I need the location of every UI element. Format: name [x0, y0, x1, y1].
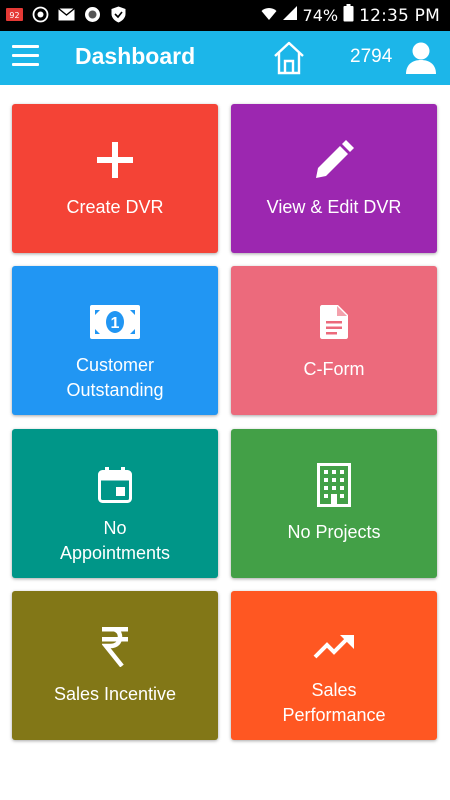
plus-icon	[12, 138, 218, 182]
app-icon	[84, 6, 101, 23]
rupee-icon	[12, 625, 218, 669]
tile-c-form[interactable]: C-Form	[231, 266, 437, 415]
tile-label: Sales Performance	[282, 680, 386, 725]
svg-text:92: 92	[9, 11, 19, 20]
profile-button[interactable]	[404, 40, 438, 76]
battery-percent: 74%	[302, 6, 339, 25]
tile-label: Customer Outstanding	[66, 355, 164, 400]
status-bar: 92 74% 12:35 PM	[0, 0, 450, 31]
calendar-icon	[12, 463, 218, 507]
tile-sales-incentive[interactable]: Sales Incentive	[12, 591, 218, 740]
signal-icon	[282, 5, 298, 26]
trending-up-icon	[231, 625, 437, 669]
clock: 12:35 PM	[359, 5, 440, 26]
menu-icon-bar	[12, 63, 39, 66]
tile-projects[interactable]: No Projects	[231, 429, 437, 578]
tile-label: Create DVR	[66, 197, 164, 217]
tile-label: Sales Incentive	[53, 684, 177, 704]
menu-icon	[12, 45, 39, 48]
tile-label: No Projects	[287, 522, 381, 542]
user-icon	[406, 42, 436, 74]
status-notifications: 92	[6, 6, 127, 23]
building-icon	[231, 463, 437, 507]
tile-customer-outstanding[interactable]: 1 Customer Outstanding	[12, 266, 218, 415]
tile-label: C-Form	[303, 359, 365, 379]
shield-icon	[110, 6, 127, 23]
sync-icon	[32, 6, 49, 23]
pencil-icon	[231, 138, 437, 182]
tile-sales-performance[interactable]: Sales Performance	[231, 591, 437, 740]
page-title: Dashboard	[75, 43, 196, 69]
tile-create-dvr[interactable]: Create DVR	[12, 104, 218, 253]
home-button[interactable]	[272, 40, 306, 76]
svg-text:1: 1	[111, 315, 120, 332]
status-system: 74% 12:35 PM	[261, 4, 440, 27]
tile-label: No Appointments	[59, 518, 171, 563]
notification-badge-icon: 92	[6, 6, 23, 23]
tile-view-edit-dvr[interactable]: View & Edit DVR	[231, 104, 437, 253]
user-count: 2794	[350, 46, 393, 67]
tile-label: View & Edit DVR	[266, 197, 402, 217]
mail-icon	[58, 6, 75, 23]
menu-icon-bar	[12, 54, 39, 57]
tile-appointments[interactable]: No Appointments	[12, 429, 218, 578]
document-icon	[231, 300, 437, 344]
menu-button[interactable]	[12, 45, 39, 69]
wifi-icon	[261, 6, 277, 26]
money-icon: 1	[12, 300, 218, 344]
battery-icon	[343, 4, 354, 27]
home-icon	[274, 41, 304, 75]
app-bar: Dashboard 2794	[0, 31, 450, 85]
